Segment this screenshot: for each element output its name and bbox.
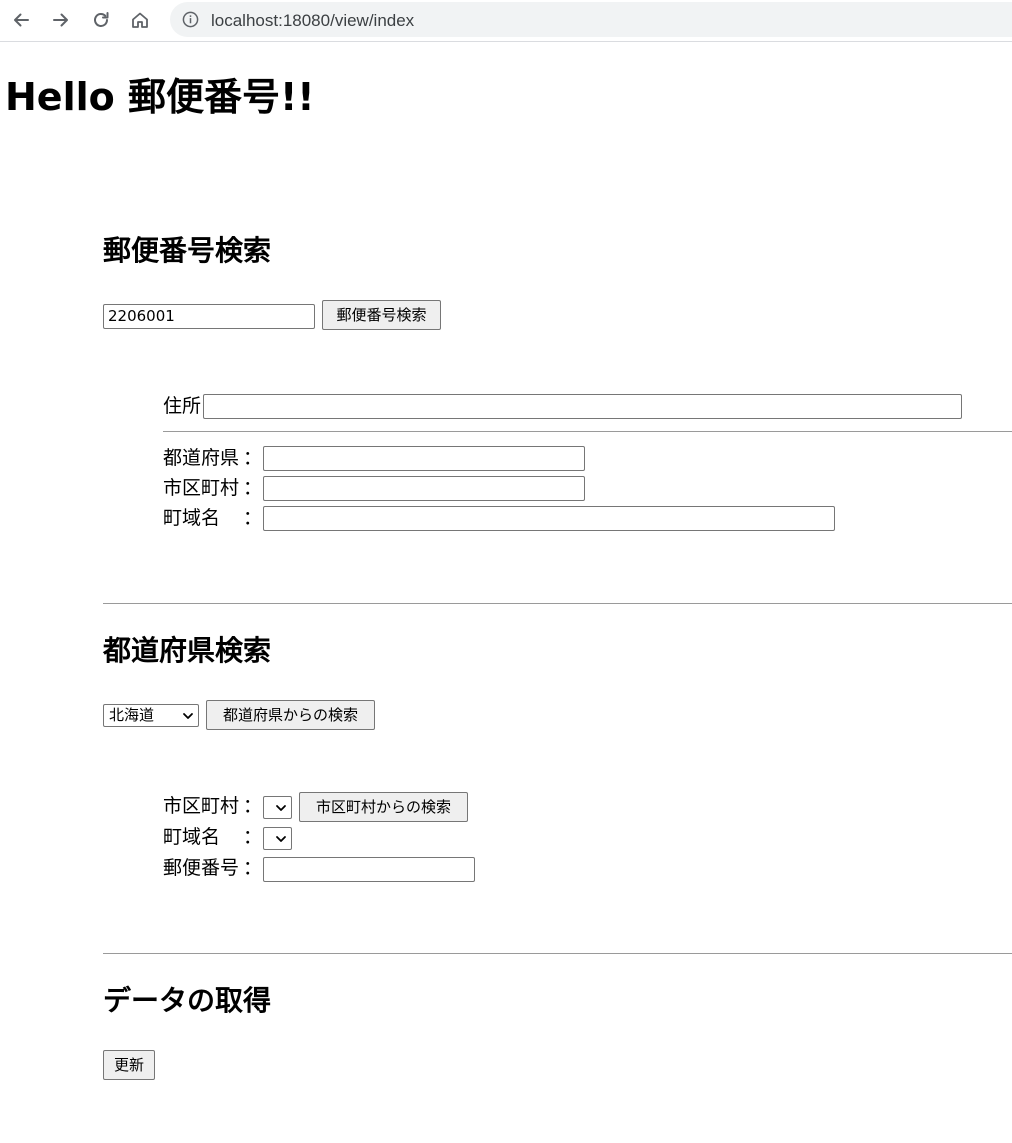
section-divider <box>103 603 1012 604</box>
data-fetch-heading: データの取得 <box>103 984 272 1017</box>
town-label: 町域名 <box>163 826 221 848</box>
zipcode-label: 郵便番号 <box>163 857 240 879</box>
zipcode-search-heading: 郵便番号検索 <box>103 234 272 267</box>
home-icon[interactable] <box>127 7 153 33</box>
prefecture-field[interactable] <box>263 446 585 471</box>
city-colon: ： <box>243 477 263 499</box>
city-select[interactable] <box>263 796 292 819</box>
forward-arrow-icon[interactable] <box>48 7 74 33</box>
city-label: 市区町村 <box>163 477 240 499</box>
chevron-down-icon <box>183 713 193 719</box>
browser-toolbar: localhost:18080/view/index <box>0 0 1012 42</box>
chevron-down-icon <box>276 805 286 811</box>
url-text: localhost:18080/view/index <box>211 11 415 30</box>
town-label: 町域名 <box>163 507 221 529</box>
city-field[interactable] <box>263 476 585 501</box>
reload-icon[interactable] <box>88 7 114 33</box>
prefecture-select[interactable]: 北海道 <box>103 704 199 727</box>
divider <box>163 431 1012 432</box>
town-colon: ： <box>243 507 263 529</box>
info-icon[interactable] <box>182 11 199 28</box>
refresh-button[interactable]: 更新 <box>103 1050 155 1080</box>
zipcode-colon: ： <box>243 857 263 879</box>
prefecture-select-value: 北海道 <box>109 706 155 724</box>
town-field[interactable] <box>263 506 835 531</box>
prefecture-label: 都道府県 <box>163 447 240 469</box>
city-colon: ： <box>243 795 263 817</box>
prefecture-search-button[interactable]: 都道府県からの検索 <box>206 700 375 730</box>
address-field[interactable] <box>203 394 962 419</box>
prefecture-colon: ： <box>243 447 263 469</box>
zipcode-search-button[interactable]: 郵便番号検索 <box>322 300 441 330</box>
section-divider <box>103 953 1012 954</box>
city-label: 市区町村 <box>163 795 240 817</box>
address-label: 住所 <box>163 395 202 417</box>
back-arrow-icon[interactable] <box>8 7 34 33</box>
zipcode-input[interactable]: 2206001 <box>103 304 315 329</box>
town-select[interactable] <box>263 827 292 850</box>
city-search-button[interactable]: 市区町村からの検索 <box>299 792 468 822</box>
zipcode-result-field[interactable] <box>263 857 475 882</box>
town-colon: ： <box>243 826 263 848</box>
page-title: Hello 郵便番号!! <box>5 75 315 119</box>
prefecture-search-heading: 都道府県検索 <box>103 634 272 667</box>
chevron-down-icon <box>276 836 286 842</box>
address-bar[interactable]: localhost:18080/view/index <box>170 2 1012 37</box>
